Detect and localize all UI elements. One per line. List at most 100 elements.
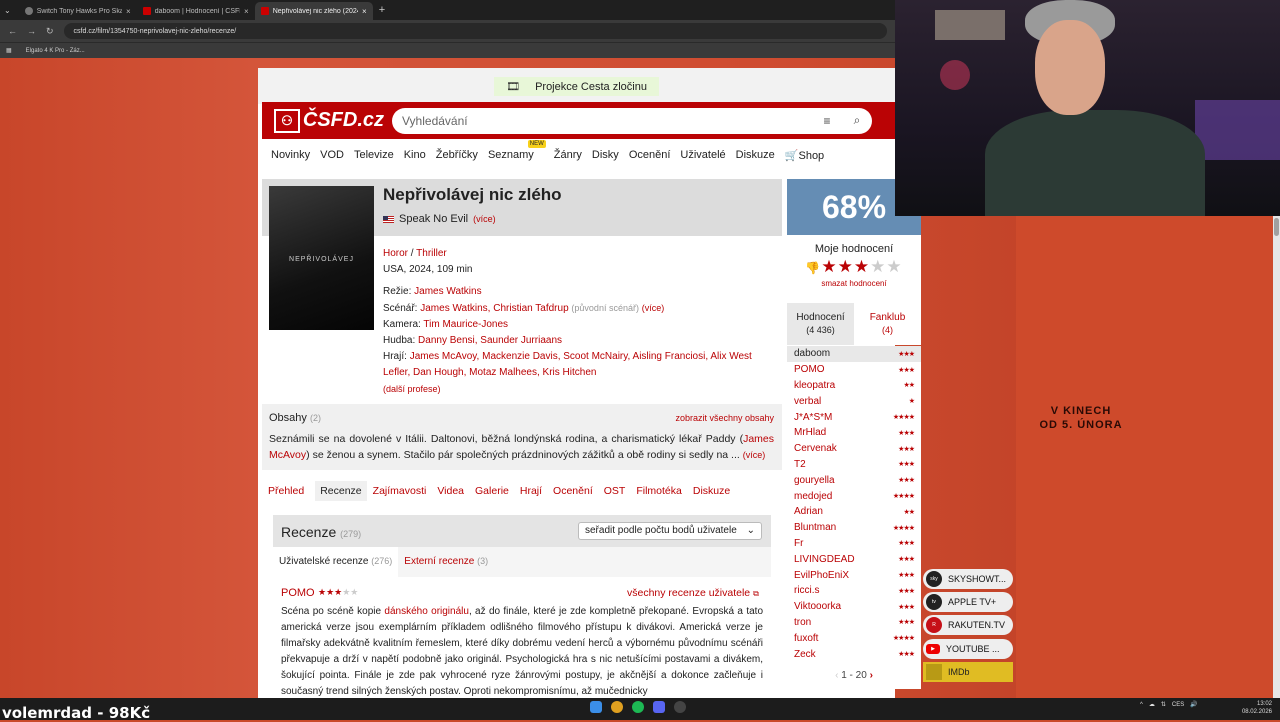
list-item[interactable]: gouryella ★★★ <box>787 472 921 488</box>
list-item[interactable]: Zeck ★★★ <box>787 646 921 662</box>
reload-icon[interactable]: ↻ <box>46 26 54 37</box>
list-item[interactable]: Cervenak ★★★ <box>787 441 921 457</box>
tab-diskuze[interactable]: Diskuze <box>693 485 730 497</box>
list-item[interactable]: EvilPhoEniX ★★★ <box>787 567 921 583</box>
nav-item-kino[interactable]: Kino <box>404 149 426 161</box>
tab-external-reviews[interactable]: Externí recenze (3) <box>398 547 494 577</box>
thumb-down-icon[interactable]: 👎 <box>805 261 821 275</box>
sort-select[interactable]: seřadit podle počtu bodů uživatele ⌄ <box>578 522 762 540</box>
taskbar-clock[interactable]: 13:02 08.02.2026 <box>1240 700 1272 716</box>
all-user-reviews-link[interactable]: všechny recenze uživatele ⧉ <box>627 587 759 599</box>
list-item[interactable]: tron ★★★ <box>787 615 921 631</box>
list-item[interactable]: Fr ★★★ <box>787 536 921 552</box>
list-item[interactable]: Bluntman ★★★★ <box>787 520 921 536</box>
tab-list-icon[interactable]: ⌄ <box>4 6 11 15</box>
browser-tab-active[interactable]: Nepřivolávej nic zlého (2024) | × <box>254 2 373 20</box>
director-link[interactable]: James Watkins <box>414 286 481 297</box>
list-item[interactable]: Viktooorka ★★★ <box>787 599 921 615</box>
search-input[interactable]: Vyhledávání ≡ ⌕ <box>392 107 872 134</box>
list-item[interactable]: POMO ★★★ <box>787 362 921 378</box>
chrome-icon[interactable] <box>611 701 623 713</box>
list-item[interactable]: MrHlad ★★★ <box>787 425 921 441</box>
nav-item-seznamy[interactable]: Seznamy NEW <box>488 140 546 161</box>
list-item[interactable]: ricci.s ★★★ <box>787 583 921 599</box>
actor-link[interactable]: James <box>743 433 774 445</box>
close-icon[interactable]: × <box>126 7 131 16</box>
chevron-left-icon[interactable]: ‹ <box>835 670 838 681</box>
review-user-link[interactable]: POMO <box>281 587 315 599</box>
writing-more-link[interactable]: (více) <box>642 303 665 313</box>
volume-icon[interactable]: 🔊 <box>1190 701 1197 708</box>
promo-link[interactable]: 🎞 Projekce Cesta zločinu <box>494 76 659 96</box>
streaming-button-skyshowtime[interactable]: sky SKYSHOWT... <box>923 569 1013 589</box>
cast-link[interactable]: Lefler, Dan Hough, Motaz Malhees, Kris H… <box>383 367 596 378</box>
film-poster[interactable]: NEPŘIVOLÁVEJ <box>269 186 374 330</box>
nav-item-disky[interactable]: Disky <box>592 149 619 161</box>
forward-icon[interactable]: → <box>27 26 36 36</box>
list-item[interactable]: fuxoft ★★★★ <box>787 630 921 646</box>
url-field[interactable]: csfd.cz/film/1354750-neprivolavej-nic-zl… <box>63 23 887 39</box>
nav-item-vod[interactable]: VOD <box>320 149 344 161</box>
tab-zajimavosti[interactable]: Zajímavosti <box>373 485 427 497</box>
nav-item-diskuze[interactable]: Diskuze <box>736 149 775 161</box>
chevron-up-icon[interactable]: ^ <box>1140 702 1143 708</box>
filter-icon[interactable]: ≡ <box>812 114 842 128</box>
more-professions-link[interactable]: (další profese) <box>383 384 441 394</box>
nav-item-zanry[interactable]: Žánry <box>554 149 582 161</box>
camera-link[interactable]: Tim Maurice-Jones <box>423 319 508 330</box>
streaming-button-youtube[interactable]: ▶ YOUTUBE ... <box>923 638 1013 659</box>
music-link[interactable]: Danny Bensi, Saunder Jurriaans <box>418 335 562 346</box>
my-rating-stars[interactable]: 👎★★★★★ <box>787 257 921 277</box>
writer-link[interactable]: James Watkins, Christian Tafdrup <box>420 303 568 314</box>
tab-fanclub[interactable]: Fanklub (4) <box>854 303 921 345</box>
tab-recenze[interactable]: Recenze <box>315 481 367 501</box>
list-item[interactable]: LIVINGDEAD ★★★ <box>787 551 921 567</box>
search-icon[interactable]: ⌕ <box>842 113 872 128</box>
nav-item-oceneni[interactable]: Ocenění <box>629 149 671 161</box>
scrollbar-thumb[interactable] <box>1274 218 1279 236</box>
spotify-icon[interactable] <box>632 701 644 713</box>
tab-prehled[interactable]: Přehled <box>268 485 304 497</box>
csfd-logo[interactable]: ⚇ ČSFD.cz <box>274 107 384 135</box>
nav-item-televize[interactable]: Televize <box>354 149 394 161</box>
tab-galerie[interactable]: Galerie <box>475 485 509 497</box>
tab-oceneni[interactable]: Ocenění <box>553 485 593 497</box>
language-indicator[interactable]: CES <box>1172 702 1184 708</box>
new-tab-icon[interactable]: + <box>379 4 385 16</box>
original-title-more-link[interactable]: (více) <box>473 214 496 224</box>
cast-link[interactable]: James McAvoy, Mackenzie Davis, Scoot McN… <box>410 351 752 362</box>
cloud-icon[interactable]: ☁ <box>1149 701 1155 708</box>
apps-icon[interactable]: ▦ <box>6 47 12 54</box>
tab-ost[interactable]: OST <box>604 485 626 497</box>
tab-user-reviews[interactable]: Uživatelské recenze (276) <box>273 547 399 577</box>
genre-link[interactable]: Horor <box>383 248 408 259</box>
network-icon[interactable]: ⇅ <box>1161 701 1166 708</box>
scrollbar[interactable] <box>1273 216 1280 698</box>
back-icon[interactable]: ← <box>8 26 17 36</box>
nav-item-shop[interactable]: 🛒Shop <box>785 149 824 162</box>
delete-rating-link[interactable]: smazat hodnocení <box>787 279 921 288</box>
tab-videa[interactable]: Videa <box>437 485 464 497</box>
actor-link[interactable]: McAvoy <box>269 449 306 461</box>
streaming-button-rakuten[interactable]: R RAKUTEN.TV <box>923 615 1013 636</box>
list-item[interactable]: kleopatra ★★ <box>787 378 921 394</box>
windows-start-icon[interactable] <box>590 701 602 713</box>
list-item[interactable]: Adrian ★★ <box>787 504 921 520</box>
tab-ratings[interactable]: Hodnocení (4 436) <box>787 303 854 345</box>
browser-tab[interactable]: daboom | Hodnocení | ČSFD.cz× <box>137 2 255 20</box>
genre-link[interactable]: Thriller <box>416 248 447 259</box>
close-icon[interactable]: × <box>362 7 367 16</box>
imdb-button[interactable]: IMDb <box>923 661 1013 682</box>
show-all-plots-link[interactable]: zobrazit všechny obsahy <box>675 413 774 423</box>
nav-item-uzivatele[interactable]: Uživatelé <box>680 149 725 161</box>
nav-item-zebricky[interactable]: Žebříčky <box>436 149 478 161</box>
list-item[interactable]: daboom ★★★ <box>787 346 921 362</box>
review-inline-link[interactable]: dánského originálu <box>384 606 469 617</box>
bookmark-item[interactable]: Elgato 4 K Pro - Záz... <box>26 48 85 54</box>
obs-icon[interactable] <box>674 701 686 713</box>
tab-filmoteka[interactable]: Filmotéka <box>636 485 682 497</box>
streaming-button-appletv[interactable]: tv APPLE TV+ <box>923 592 1013 613</box>
list-item[interactable]: T2 ★★★ <box>787 457 921 473</box>
list-item[interactable]: verbal ★ <box>787 393 921 409</box>
close-icon[interactable]: × <box>244 7 249 16</box>
